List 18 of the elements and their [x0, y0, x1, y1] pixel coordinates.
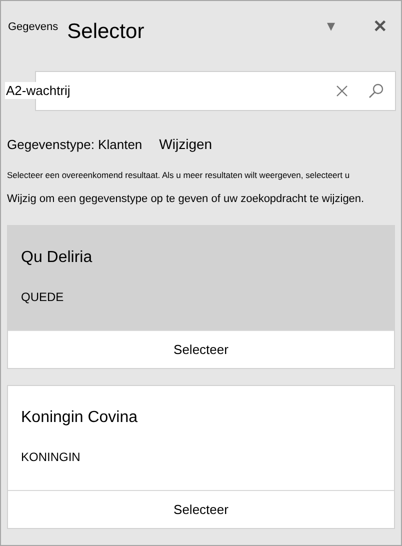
instruction-text: Wijzig om een gegevenstype op te geven of uw zoekopdracht te wijzigen. [6, 192, 366, 207]
result-name: Qu Deliria [21, 248, 94, 268]
instruction-text: Selecteer een overeenkomend resultaat. Als u meer resultaten wilt weergeven, selecteert u [6, 169, 351, 182]
close-button[interactable]: ✕ [373, 18, 387, 35]
dropdown-button[interactable]: ▾ [327, 19, 335, 35]
result-card[interactable]: Qu Deliria QUEDE Selecteer [7, 225, 395, 370]
result-code: QUEDE [21, 289, 65, 306]
result-card[interactable]: Koningin Covina KONINGIN Selecteer [7, 385, 395, 530]
search-value[interactable]: A2-wachtrij [5, 82, 72, 99]
data-type-label: Gegevenstype: Klanten [7, 136, 142, 154]
result-code: KONINGIN [21, 449, 82, 466]
panel-title: Selector [67, 21, 144, 42]
select-button[interactable]: Selecteer [8, 330, 394, 368]
result-name: Koningin Covina [21, 408, 139, 428]
search-icon[interactable] [368, 83, 384, 99]
panel-subtitle: Gegevens [8, 20, 58, 35]
clear-button[interactable] [336, 85, 348, 97]
change-link[interactable]: Wijzigen [159, 134, 212, 155]
